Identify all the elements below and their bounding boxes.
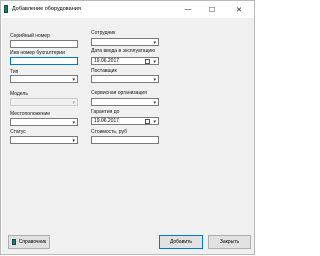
service-org-label: Сервисная организация xyxy=(91,90,147,96)
chevron-down-icon: ▾ xyxy=(153,77,156,83)
chevron-down-icon: ▾ xyxy=(153,119,156,125)
supplier-select[interactable]: ▾ xyxy=(91,75,159,83)
serial-number-input[interactable] xyxy=(10,40,78,48)
commission-date-value: 19.06.2017 xyxy=(94,58,120,64)
warranty-date-picker[interactable]: 19.06.2017 ▾ xyxy=(91,117,159,125)
reference-button-label: Справочник xyxy=(18,239,47,245)
type-select[interactable]: ▾ xyxy=(10,75,78,83)
chevron-down-icon: ▾ xyxy=(153,40,156,46)
employee-select[interactable]: ▾ xyxy=(91,38,159,46)
model-select: ▾ xyxy=(10,98,78,106)
chevron-down-icon: ▾ xyxy=(72,77,75,83)
chevron-down-icon: ▾ xyxy=(72,100,75,106)
inventory-number-label: Инв номер бухгалтерии xyxy=(10,50,65,56)
add-equipment-window: Добавление оборудования — ☐ ✕ Серийный н… xyxy=(0,0,255,255)
serial-number-label: Серийный номер xyxy=(10,33,50,39)
title-bar: Добавление оборудования — ☐ ✕ xyxy=(1,1,254,18)
calendar-icon[interactable] xyxy=(145,119,150,124)
add-button[interactable]: Добавить xyxy=(159,235,203,249)
maximize-button[interactable]: ☐ xyxy=(201,1,223,18)
model-label: Модель xyxy=(10,91,28,97)
form-body: Серийный номер Инв номер бухгалтерии Тип… xyxy=(2,18,254,254)
commission-date-label: Дата ввода в эксплуатацию xyxy=(91,48,155,54)
supplier-label: Поставщик xyxy=(91,68,117,74)
chevron-down-icon: ▾ xyxy=(72,138,75,144)
status-label: Статус xyxy=(10,129,26,135)
window-title: Добавление оборудования xyxy=(12,6,81,12)
book-icon xyxy=(4,5,8,13)
warranty-date-value: 19.06.2017 xyxy=(94,118,120,124)
cost-input[interactable] xyxy=(91,136,159,144)
employee-label: Сотрудник xyxy=(91,30,116,36)
chevron-down-icon: ▾ xyxy=(72,120,75,126)
inventory-number-input[interactable] xyxy=(10,57,78,65)
calendar-icon[interactable] xyxy=(145,59,150,64)
book-icon xyxy=(11,239,16,245)
warranty-label: Гарантия до xyxy=(91,109,120,115)
reference-button[interactable]: Справочник xyxy=(8,235,50,249)
chevron-down-icon: ▾ xyxy=(153,100,156,106)
commission-date-picker[interactable]: 19.06.2017 ▾ xyxy=(91,57,159,65)
status-select[interactable]: ▾ xyxy=(10,136,78,144)
close-window-button[interactable]: ✕ xyxy=(228,1,250,18)
minimize-button[interactable]: — xyxy=(177,1,199,18)
close-button[interactable]: Закрыть xyxy=(208,235,251,249)
service-org-select[interactable]: ▾ xyxy=(91,98,159,106)
cost-label: Стоимость, руб xyxy=(91,129,127,135)
chevron-down-icon: ▾ xyxy=(153,59,156,65)
location-label: Местоположение xyxy=(10,111,51,117)
location-select[interactable]: ▾ xyxy=(10,118,78,126)
